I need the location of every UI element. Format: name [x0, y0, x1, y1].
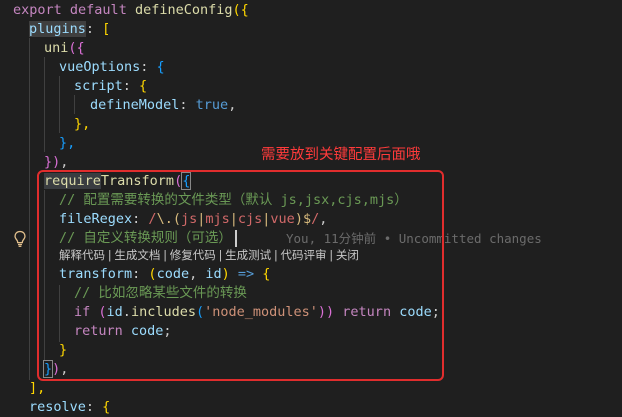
- token: resolve: [29, 399, 86, 415]
- indent-guide: [29, 38, 30, 380]
- code-line-4[interactable]: vueOptions: {: [59, 58, 165, 77]
- code-line-1[interactable]: export default defineConfig({: [13, 1, 249, 20]
- indent-guide: [44, 57, 45, 152]
- token: :: [122, 78, 140, 94]
- code-line-2[interactable]: plugins: [: [29, 20, 110, 39]
- token: export: [13, 2, 62, 18]
- annotation-text: 需要放到关键配置后面哦: [261, 147, 421, 163]
- token: [: [102, 21, 111, 37]
- code-line-8[interactable]: },: [59, 134, 75, 153]
- token: uni: [44, 40, 69, 56]
- token: vueOptions: [59, 59, 141, 75]
- token: :: [85, 21, 103, 37]
- token: },: [59, 135, 76, 151]
- token: ],: [29, 380, 46, 396]
- token: plugins: [29, 21, 86, 37]
- lightbulb-icon[interactable]: [13, 230, 27, 248]
- code-line-20[interactable]: ],: [29, 379, 45, 398]
- token: {: [156, 59, 165, 75]
- token: :: [140, 59, 157, 75]
- code-editor[interactable]: export default defineConfig({ plugins: […: [0, 0, 622, 415]
- token: ({: [68, 40, 85, 56]
- token: {: [139, 78, 148, 94]
- token: true: [195, 97, 229, 113]
- token: :: [179, 97, 196, 113]
- code-line-6[interactable]: defineModel: true,: [90, 96, 236, 115]
- code-line-7[interactable]: },: [74, 115, 90, 134]
- highlight-box: [37, 170, 444, 381]
- indent-guide: [74, 95, 75, 114]
- token: }): [44, 154, 61, 170]
- token: script: [74, 78, 123, 94]
- code-line-3[interactable]: uni({: [44, 39, 85, 58]
- token: :: [85, 399, 103, 415]
- token: ,: [228, 97, 237, 113]
- token: defineModel: [90, 97, 180, 113]
- token: },: [74, 116, 91, 132]
- indent-guide: [59, 76, 60, 133]
- token: defineConfig: [134, 2, 233, 18]
- token: ,: [60, 154, 69, 170]
- token: {: [102, 399, 111, 415]
- code-line-21[interactable]: resolve: {: [29, 398, 110, 417]
- code-line-5[interactable]: script: {: [74, 77, 147, 96]
- token: ({: [232, 2, 249, 18]
- token: default: [69, 2, 127, 18]
